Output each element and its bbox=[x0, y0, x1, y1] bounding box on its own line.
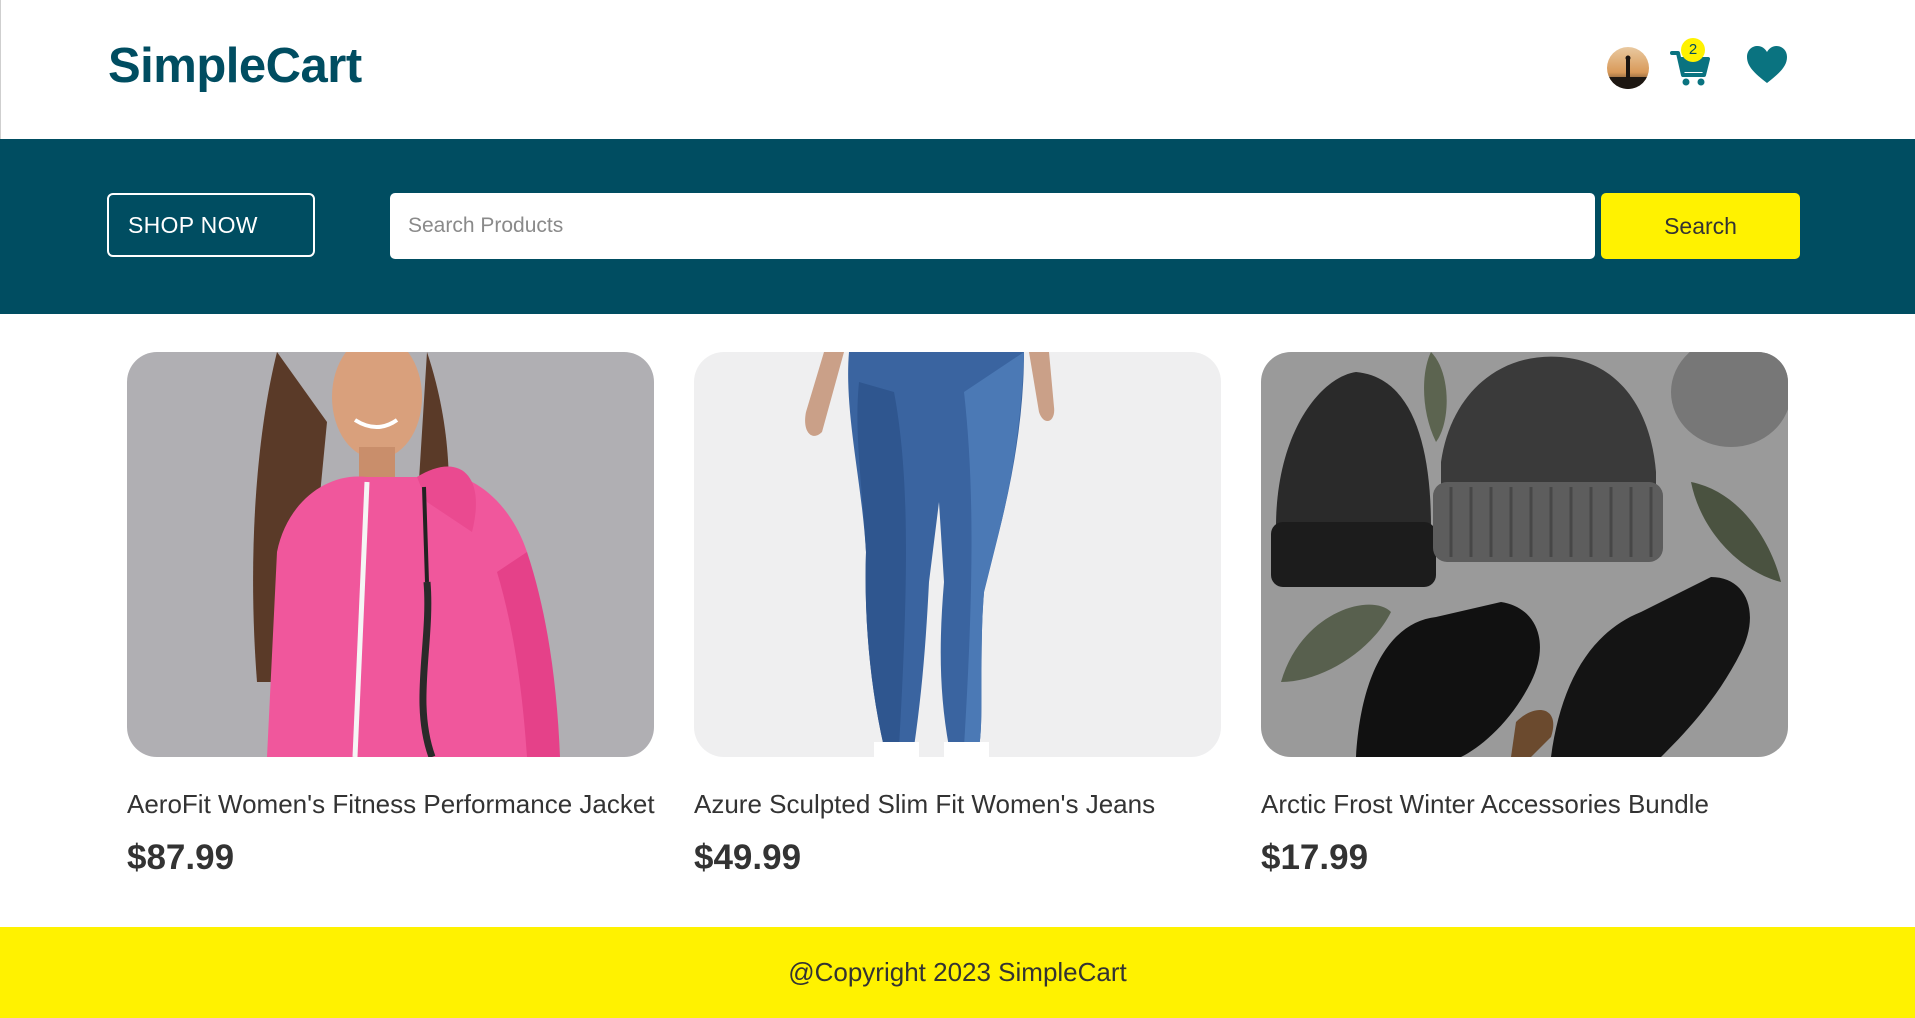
shop-now-button[interactable]: SHOP NOW bbox=[107, 193, 315, 257]
product-title[interactable]: AeroFit Women's Fitness Performance Jack… bbox=[127, 789, 655, 820]
hero-banner: SHOP NOW Search bbox=[0, 139, 1915, 314]
product-price: $49.99 bbox=[694, 838, 802, 877]
product-image-pink-jacket[interactable] bbox=[127, 352, 654, 757]
product-card[interactable]: Azure Sculpted Slim Fit Women's Jeans $4… bbox=[694, 352, 1221, 878]
cart-count-badge: 2 bbox=[1681, 38, 1705, 62]
product-card[interactable]: Arctic Frost Winter Accessories Bundle $… bbox=[1261, 352, 1788, 878]
product-price: $17.99 bbox=[1261, 838, 1369, 877]
search-button[interactable]: Search bbox=[1601, 193, 1800, 259]
product-price: $87.99 bbox=[127, 838, 235, 877]
product-title[interactable]: Arctic Frost Winter Accessories Bundle bbox=[1261, 789, 1788, 820]
copyright-text: @Copyright 2023 SimpleCart bbox=[788, 957, 1127, 987]
site-footer: @Copyright 2023 SimpleCart bbox=[0, 927, 1915, 1018]
product-card[interactable]: AeroFit Women's Fitness Performance Jack… bbox=[127, 352, 655, 878]
product-title[interactable]: Azure Sculpted Slim Fit Women's Jeans bbox=[694, 789, 1221, 820]
search-input[interactable] bbox=[390, 193, 1595, 259]
site-header: SimpleCart 2 bbox=[0, 0, 1915, 139]
user-avatar[interactable] bbox=[1607, 47, 1649, 89]
heart-icon[interactable] bbox=[1745, 44, 1789, 86]
product-image-jeans[interactable] bbox=[694, 352, 1221, 757]
product-grid: AeroFit Women's Fitness Performance Jack… bbox=[0, 352, 1915, 892]
product-image-winter-bundle[interactable] bbox=[1261, 352, 1788, 757]
site-logo[interactable]: SimpleCart bbox=[108, 38, 362, 94]
